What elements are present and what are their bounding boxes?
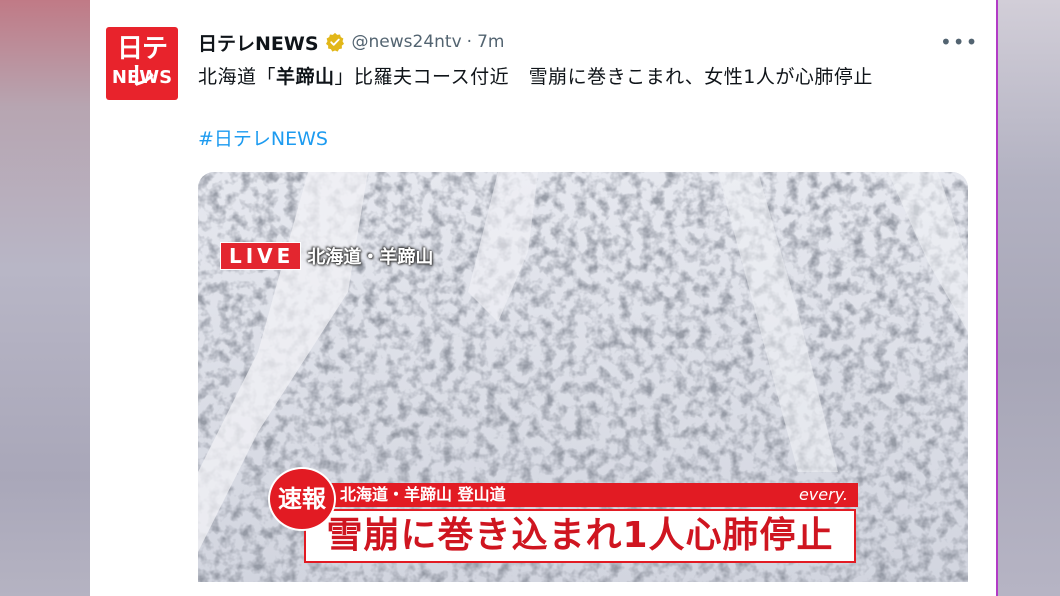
headline-caption: 雪崩に巻き込まれ1人心肺停止 bbox=[304, 509, 856, 563]
hashtag-link[interactable]: #日テレNEWS bbox=[198, 124, 328, 151]
separator: · bbox=[466, 32, 473, 52]
live-location: 北海道・羊蹄山 bbox=[307, 247, 434, 268]
tweet-card[interactable]: 日テレ NEWS 日テレNEWS @news24ntv · 7m ••• 北海道… bbox=[90, 0, 996, 596]
sub-caption: 北海道・羊蹄山 登山道 bbox=[340, 485, 506, 504]
tweet-text-suffix: 」比羅夫コース付近 雪崩に巻きこまれ、女性1人が心肺停止 bbox=[334, 66, 873, 88]
live-indicator: LIVE 北海道・羊蹄山 bbox=[220, 242, 433, 270]
avatar[interactable]: 日テレ NEWS bbox=[106, 27, 178, 100]
tweet-text: 北海道「羊蹄山」比羅夫コース付近 雪崩に巻きこまれ、女性1人が心肺停止 bbox=[198, 62, 968, 93]
handle[interactable]: @news24ntv bbox=[352, 32, 462, 52]
more-options-icon[interactable]: ••• bbox=[940, 30, 978, 54]
background-left bbox=[0, 0, 90, 596]
tweet-media[interactable]: LIVE 北海道・羊蹄山 北海道・羊蹄山 登山道 every. 雪崩に巻き込まれ… bbox=[198, 172, 968, 582]
breaking-badge: 速報 bbox=[268, 467, 336, 531]
avatar-logo-bottom: NEWS bbox=[111, 67, 173, 88]
timestamp[interactable]: 7m bbox=[477, 32, 504, 52]
news-ticker: 北海道・羊蹄山 登山道 every. 雪崩に巻き込まれ1人心肺停止 速報 bbox=[268, 467, 888, 567]
network-logo: every. bbox=[798, 485, 848, 504]
background-right bbox=[996, 0, 1060, 596]
tweet-text-prefix: 北海道「 bbox=[198, 66, 277, 88]
tweet-header: 日テレNEWS @news24ntv · 7m bbox=[198, 29, 504, 55]
verified-badge-icon bbox=[325, 32, 345, 52]
sub-caption-bar: 北海道・羊蹄山 登山道 every. bbox=[318, 483, 858, 507]
display-name[interactable]: 日テレNEWS bbox=[198, 29, 319, 56]
live-badge: LIVE bbox=[220, 242, 302, 270]
tweet-text-bold: 羊蹄山 bbox=[276, 66, 335, 88]
